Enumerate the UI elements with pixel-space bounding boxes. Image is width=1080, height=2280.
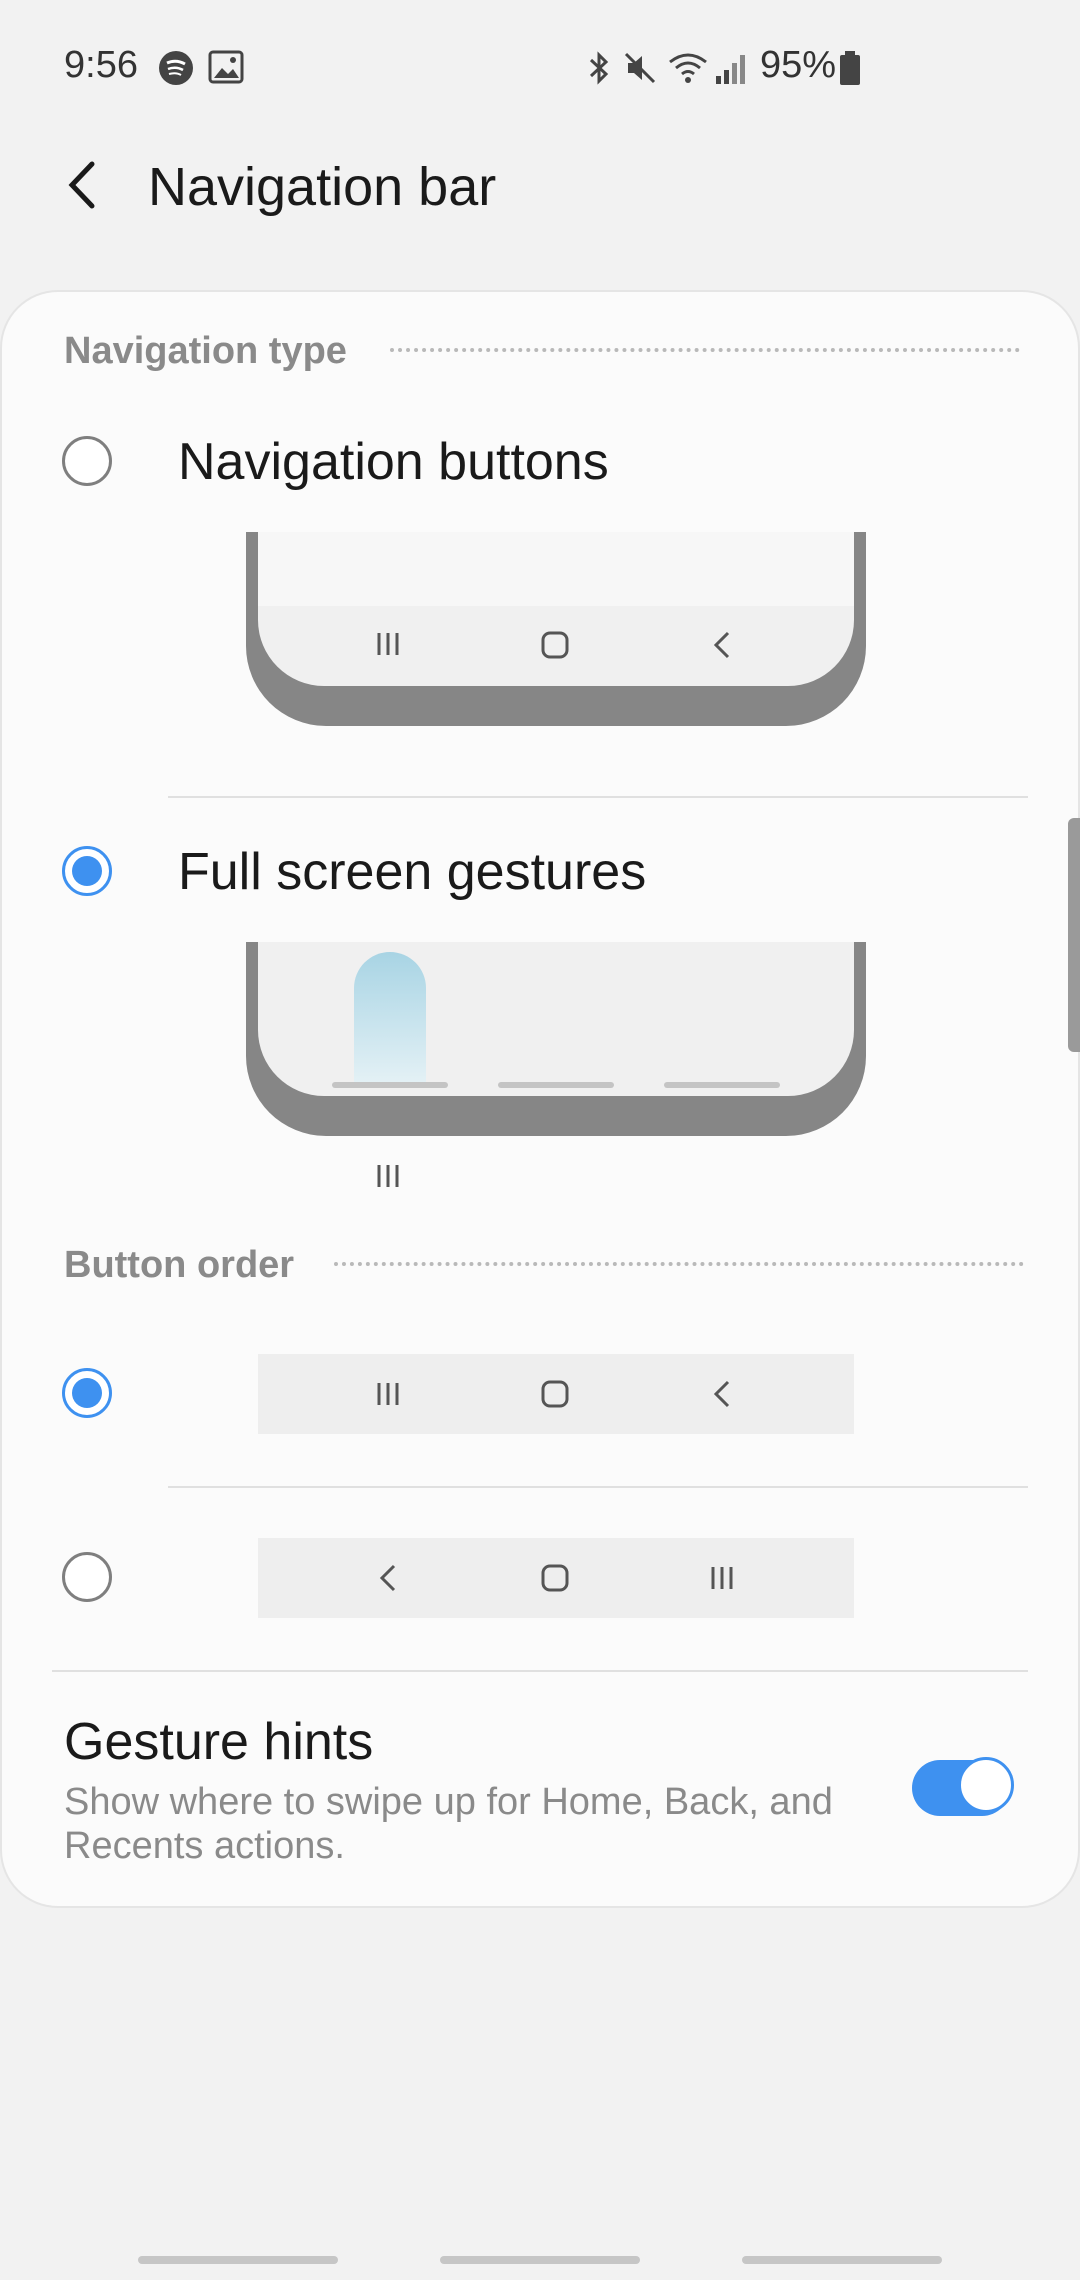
page-title: Navigation bar <box>148 157 497 217</box>
system-gesture-bar-left[interactable] <box>138 2256 338 2264</box>
wifi-icon <box>669 53 707 83</box>
home-icon <box>541 1564 569 1592</box>
recents-icon <box>711 1567 733 1589</box>
back-button[interactable] <box>52 150 112 220</box>
option-divider <box>168 796 1028 798</box>
mute-icon <box>624 52 656 84</box>
section-title-navigation-type: Navigation type <box>64 330 347 372</box>
gesture-bar-left <box>332 1082 448 1088</box>
back-arrow-icon <box>68 161 95 209</box>
phone-screen-content <box>258 532 854 606</box>
gesture-hints-toggle[interactable] <box>912 1757 1014 1816</box>
gesture-hints-description: Show where to swipe up for Home, Back, a… <box>64 1781 833 1867</box>
signal-icon <box>716 55 745 84</box>
system-gesture-bar-right[interactable] <box>742 2256 942 2264</box>
radio-navigation-buttons[interactable] <box>62 436 112 486</box>
gesture-bar-center <box>498 1082 614 1088</box>
phone-screen <box>258 942 854 1096</box>
back-icon <box>713 631 730 659</box>
home-icon <box>541 631 569 659</box>
status-time: 9:56 <box>64 44 138 86</box>
swipe-hint-graphic <box>354 952 426 1088</box>
recents-icon <box>377 1383 399 1405</box>
section-title-button-order: Button order <box>64 1244 295 1286</box>
bluetooth-icon <box>589 51 609 85</box>
system-gesture-bar-center[interactable] <box>440 2256 640 2264</box>
section-divider <box>390 348 1020 352</box>
battery-icon <box>840 51 860 85</box>
recents-icon <box>377 1165 399 1187</box>
recents-icon <box>377 633 399 655</box>
gallery-icon <box>208 50 244 84</box>
gesture-bar-right <box>664 1082 780 1088</box>
battery-percent: 95% <box>760 44 837 86</box>
home-icon <box>541 1380 569 1408</box>
back-icon <box>713 1380 730 1408</box>
option-full-screen-gestures-label[interactable]: Full screen gestures <box>178 842 646 902</box>
spotify-icon <box>159 51 193 85</box>
back-icon <box>379 1564 396 1592</box>
toggle-knob <box>958 1757 1014 1813</box>
radio-button-order-recents-home-back[interactable] <box>62 1368 112 1418</box>
gesture-hints-title: Gesture hints <box>64 1713 374 1771</box>
option-divider <box>168 1486 1028 1488</box>
option-navigation-buttons-label[interactable]: Navigation buttons <box>178 432 609 492</box>
radio-full-screen-gestures[interactable] <box>62 846 112 896</box>
section-divider <box>334 1262 1024 1266</box>
radio-button-order-back-home-recents[interactable] <box>62 1552 112 1602</box>
section-divider-line <box>52 1670 1028 1672</box>
scrollbar[interactable] <box>1068 818 1080 1052</box>
